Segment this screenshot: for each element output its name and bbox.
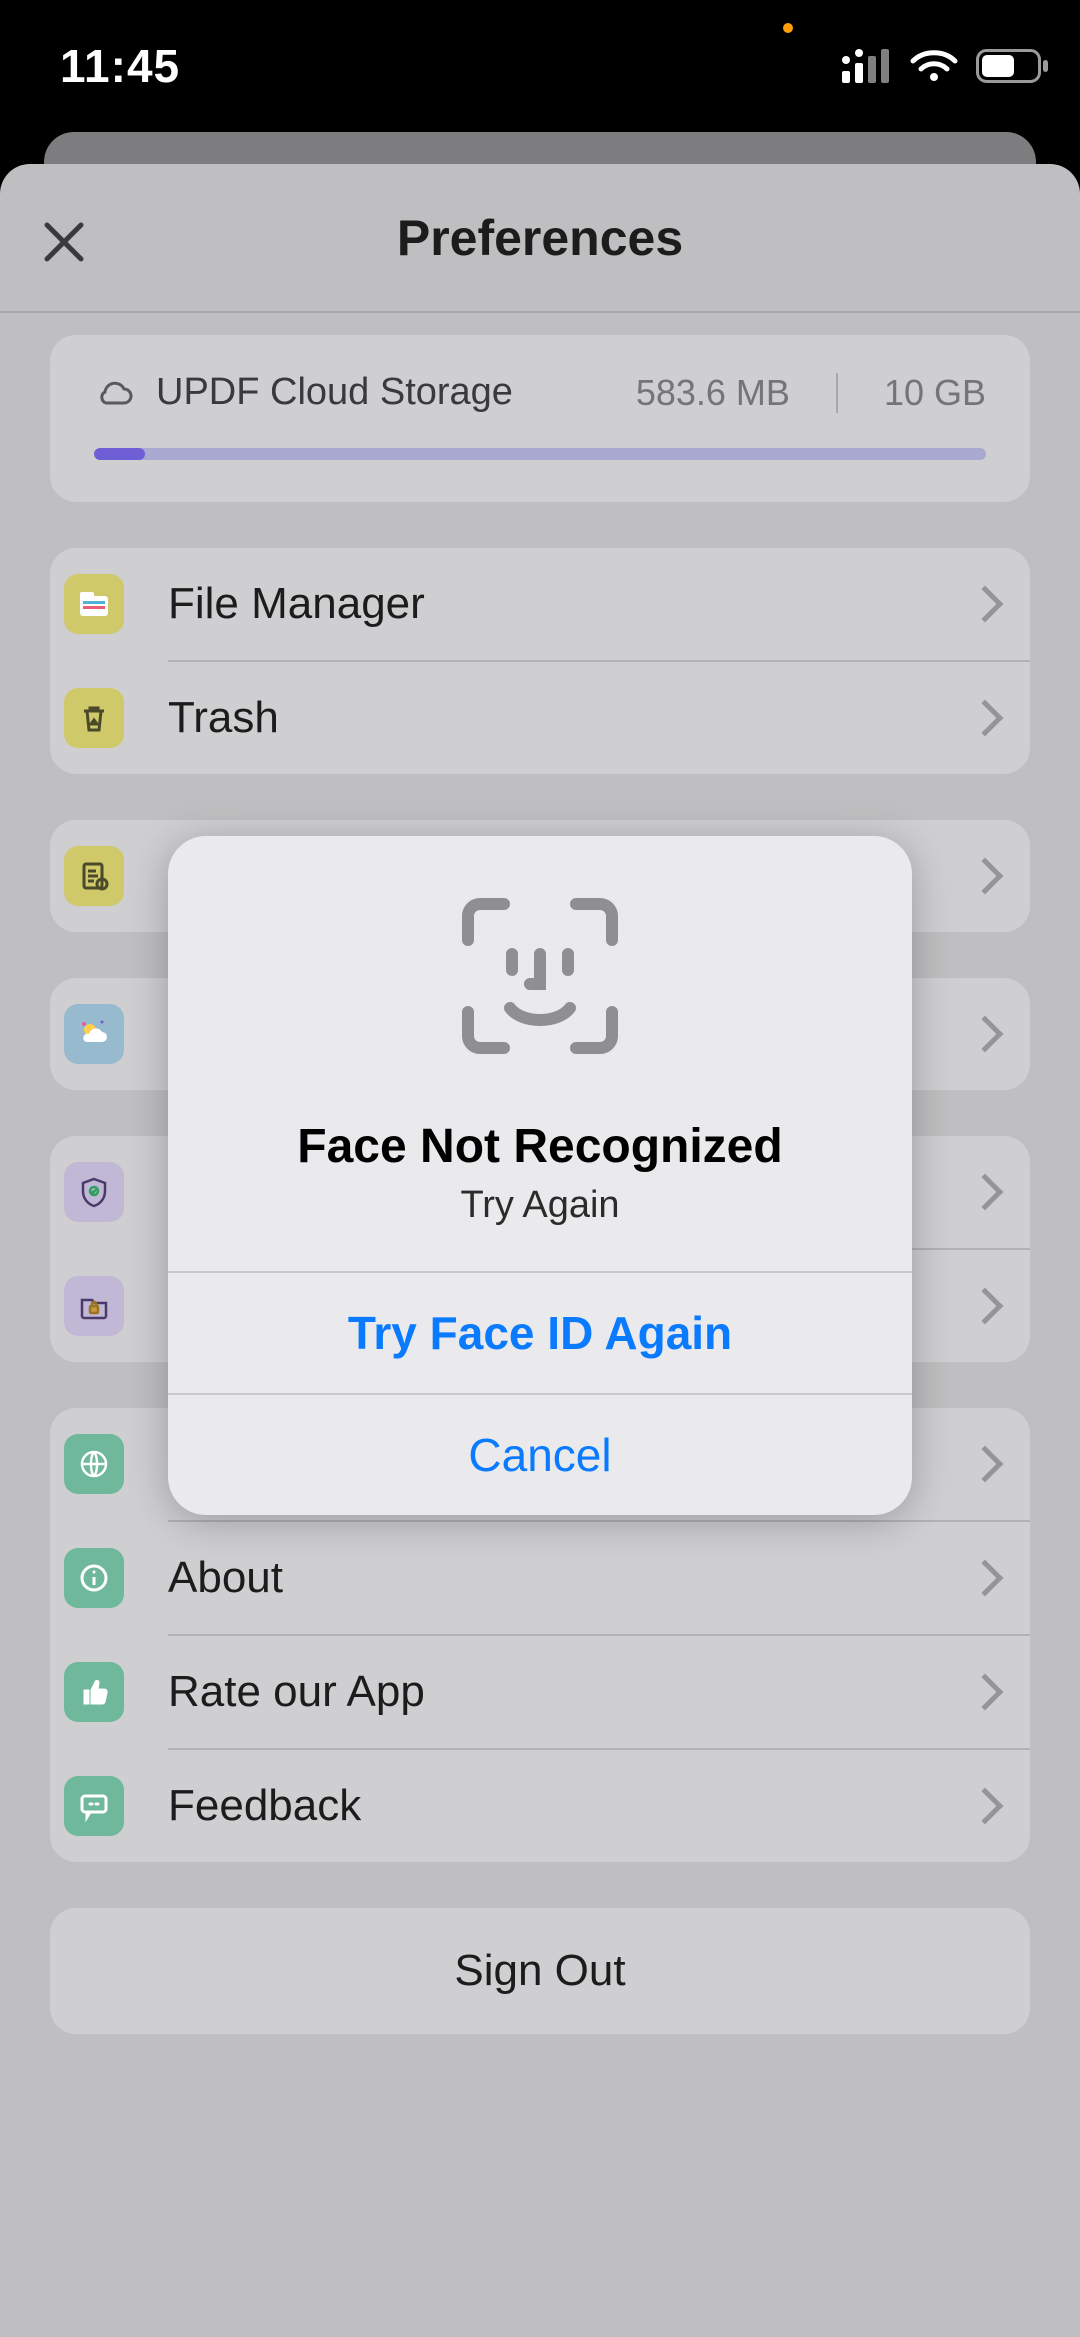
recording-indicator-dot <box>783 23 793 33</box>
alert-subtitle: Try Again <box>198 1184 882 1227</box>
alert-title: Face Not Recognized <box>198 1119 882 1174</box>
faceid-icon <box>450 886 630 1066</box>
status-right <box>842 49 1050 83</box>
battery-icon <box>976 49 1050 83</box>
try-again-label: Try Face ID Again <box>348 1306 732 1360</box>
faceid-alert: Face Not Recognized Try Again Try Face I… <box>168 836 912 1515</box>
status-bar: 11:45 <box>0 0 1080 132</box>
cancel-label: Cancel <box>468 1428 611 1482</box>
wifi-icon <box>910 49 958 83</box>
try-again-button[interactable]: Try Face ID Again <box>168 1271 912 1393</box>
cancel-button[interactable]: Cancel <box>168 1393 912 1515</box>
status-time: 11:45 <box>60 39 180 93</box>
cellular-icon <box>842 49 892 83</box>
alert-body: Face Not Recognized Try Again <box>168 836 912 1271</box>
